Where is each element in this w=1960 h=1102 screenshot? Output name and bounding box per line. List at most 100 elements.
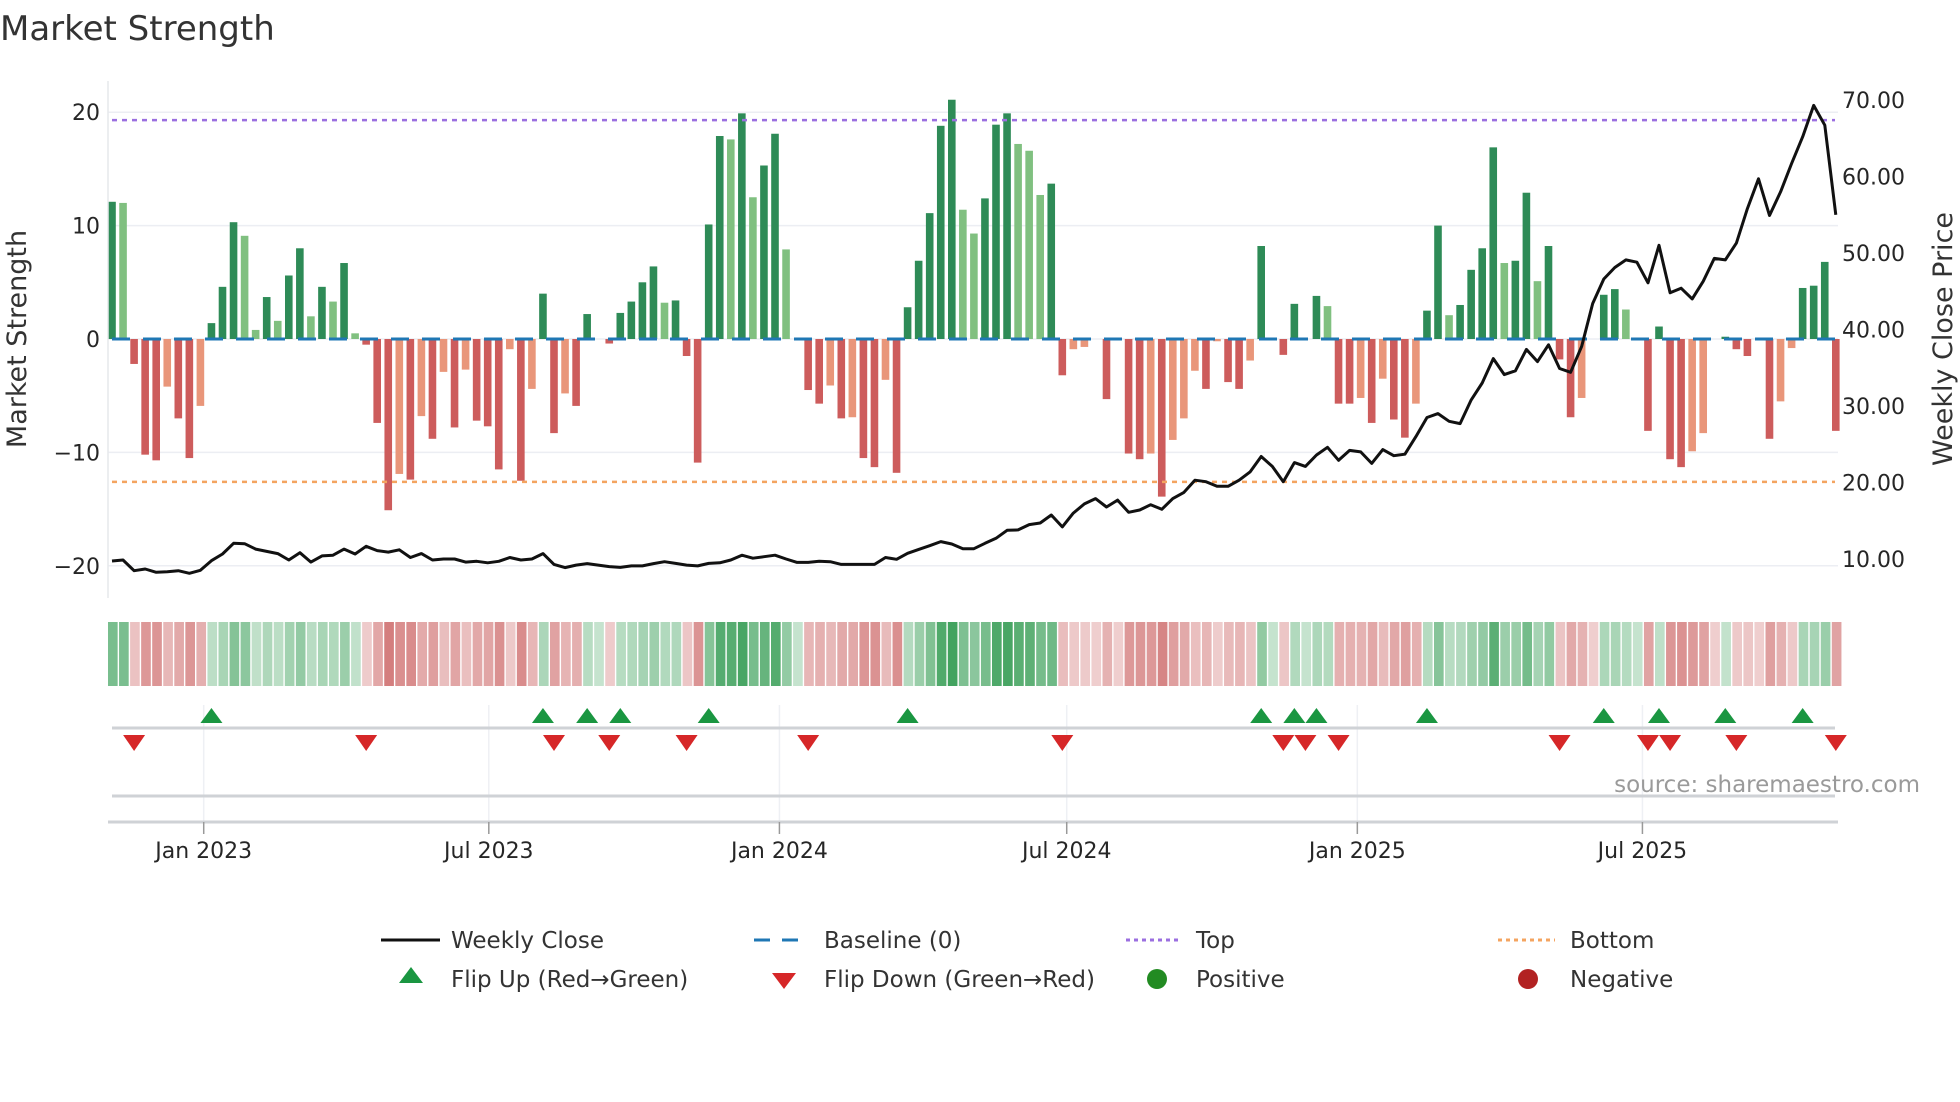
heat-strip-cell: [715, 622, 726, 686]
strength-bar: [1290, 303, 1299, 339]
strength-bar: [517, 339, 525, 481]
strength-bar: [826, 339, 835, 386]
strength-bar: [108, 201, 116, 339]
strength-bar: [428, 339, 437, 439]
strength-bar: [1180, 339, 1188, 419]
strength-bar: [141, 339, 149, 455]
strength-bar: [1445, 315, 1453, 339]
heat-strip-cell: [550, 622, 560, 686]
strength-bar: [1423, 310, 1431, 339]
y-tick-label: 0: [86, 328, 100, 353]
strength-bar: [1224, 339, 1232, 383]
heat-strip-cell: [1190, 622, 1201, 686]
legend-label: Flip Up (Red→Green): [451, 967, 688, 993]
heat-strip-cell: [295, 622, 306, 686]
heat-strip-cell: [1400, 622, 1411, 686]
strength-bar: [1169, 339, 1177, 440]
heat-strip-cell: [207, 622, 218, 686]
heat-strip-cell: [1367, 622, 1378, 686]
flip-up-marker: [896, 708, 919, 723]
strength-bar: [229, 222, 238, 339]
strength-bar: [1743, 339, 1752, 357]
flip-down-marker: [1659, 735, 1682, 751]
heat-strip-cell: [1411, 622, 1422, 686]
legend-label: Baseline (0): [824, 928, 961, 954]
heat-strip-cell: [1345, 622, 1356, 686]
strength-bar: [1257, 246, 1265, 339]
heat-strip-cell: [141, 622, 151, 686]
heat-strip-cell: [1213, 622, 1223, 686]
heat-strip-cell: [1025, 622, 1035, 686]
heat-strip-cell: [1721, 622, 1731, 686]
strength-bar: [218, 286, 227, 339]
heat-strip-cell: [815, 622, 825, 686]
strength-bar: [1235, 339, 1243, 389]
heat-strip-cell: [1699, 622, 1709, 686]
heat-strip-cell: [516, 622, 527, 686]
heat-strip-cell: [130, 622, 140, 686]
heat-strip-cell: [638, 622, 649, 686]
flip-up-marker: [1648, 708, 1670, 723]
heat-strip-cell: [1533, 622, 1544, 686]
y-tick-label: 10: [72, 215, 100, 240]
y-axis-title: Market Strength: [2, 230, 33, 448]
strength-bar: [936, 125, 945, 339]
flip-down-marker: [1725, 735, 1748, 751]
heat-strip-cell: [229, 622, 240, 686]
strength-bar: [1820, 261, 1829, 339]
strength-bar: [870, 339, 879, 468]
heat-strip-cell: [1323, 622, 1334, 686]
strength-bar: [782, 249, 790, 339]
y2-tick-label: 50.00: [1842, 242, 1905, 267]
heat-strip-cell: [1434, 622, 1444, 686]
heat-strip-cell: [284, 622, 295, 686]
strength-bar: [815, 339, 823, 404]
heat-strip-cell: [317, 622, 328, 686]
strength-bar: [406, 339, 415, 480]
strength-bar: [1036, 194, 1044, 339]
strength-bar: [992, 124, 1000, 339]
strength-bar: [881, 339, 890, 380]
triangle-down-icon: [772, 973, 796, 989]
heat-strip-cell: [152, 622, 162, 686]
heat-strip-cell: [1069, 622, 1079, 686]
strength-bar: [1832, 339, 1840, 431]
x-tick-label: Jan 2023: [153, 839, 252, 864]
heat-strip-cell: [903, 622, 914, 686]
heat-strip-cell: [1058, 622, 1068, 686]
heat-strip-cell: [1489, 622, 1499, 686]
strength-bar: [1058, 339, 1067, 376]
legend-label: Positive: [1196, 967, 1285, 993]
strength-bar: [1478, 248, 1486, 339]
strength-bar: [185, 339, 194, 459]
strength-bar: [638, 282, 647, 339]
legend-label: Weekly Close: [451, 928, 604, 954]
strength-bar: [1699, 339, 1707, 434]
heat-strip-cell: [682, 622, 693, 686]
heat-strip-cell: [1224, 622, 1234, 686]
heat-strip-cell: [572, 622, 582, 686]
strength-bar: [1566, 339, 1575, 418]
legend-item-flip-down: Flip Down (Green→Red): [772, 967, 1095, 993]
heat-strip-cell: [1743, 622, 1754, 686]
strength-bar: [1124, 339, 1133, 454]
heat-strip-cell: [936, 622, 947, 686]
strength-bar: [1312, 295, 1321, 339]
strength-bar: [1191, 339, 1199, 371]
flip-down-marker: [1548, 735, 1571, 751]
flip-down-marker: [1327, 735, 1350, 751]
flip-up-marker: [697, 708, 720, 723]
strength-bar: [738, 113, 746, 339]
strength-bar: [704, 224, 713, 339]
x-tick-label: Jan 2025: [1307, 839, 1406, 864]
strength-bar: [981, 198, 989, 339]
heat-strip-cell: [174, 622, 184, 686]
strength-bar: [848, 339, 857, 418]
flip-down-marker: [1051, 735, 1074, 751]
strength-bar: [1003, 113, 1011, 339]
strength-bar: [196, 339, 205, 406]
heat-strip-cell: [859, 622, 870, 686]
strength-bar: [1655, 326, 1663, 339]
strength-bar: [760, 165, 768, 339]
strength-bar: [395, 339, 404, 474]
